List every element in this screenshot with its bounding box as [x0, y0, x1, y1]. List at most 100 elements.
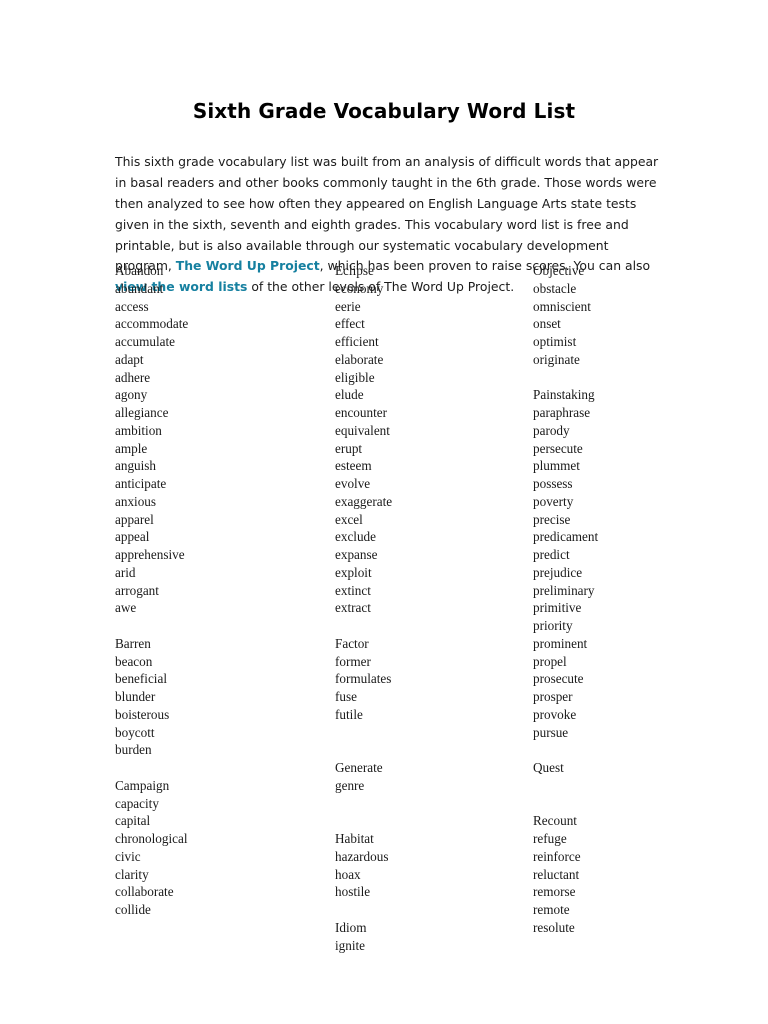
word-spacer	[533, 369, 723, 387]
vocabulary-word: anguish	[115, 458, 157, 474]
vocabulary-word: Abandon	[115, 263, 164, 278]
vocabulary-word: capacity	[115, 795, 159, 811]
vocabulary-word: prosecute	[533, 671, 584, 687]
vocabulary-word: poverty	[533, 493, 574, 509]
vocabulary-word: reinforce	[533, 848, 581, 864]
vocabulary-word: awe	[115, 600, 137, 616]
vocabulary-word: ample	[115, 440, 148, 456]
vocabulary-word: hostile	[335, 884, 371, 900]
vocabulary-word: Barren	[115, 635, 151, 651]
vocabulary-word: extract	[335, 600, 371, 616]
vocabulary-word: apparel	[115, 511, 154, 527]
vocabulary-word: economy	[335, 280, 384, 296]
vocabulary-word: Idiom	[335, 919, 367, 935]
vocabulary-word: Factor	[335, 635, 369, 651]
vocabulary-word: pursue	[533, 724, 569, 740]
word-spacer	[335, 812, 525, 830]
page-title: Sixth Grade Vocabulary Word List	[192, 99, 576, 124]
word-column-3: Objective obstacle omniscient onset optimist…	[533, 262, 723, 937]
vocabulary-word: possess	[533, 476, 573, 491]
vocabulary-word: extinct	[335, 582, 371, 598]
vocabulary-word: prosper	[533, 689, 573, 704]
vocabulary-word: elaborate	[335, 351, 384, 367]
vocabulary-word: boycott	[115, 724, 155, 740]
vocabulary-word: prominent	[533, 635, 588, 651]
vocabulary-word: obstacle	[533, 280, 577, 296]
vocabulary-word: beneficial	[115, 671, 167, 687]
vocabulary-word: optimist	[533, 334, 577, 349]
vocabulary-word: accumulate	[115, 334, 176, 349]
vocabulary-word: evolve	[335, 476, 371, 491]
vocabulary-word: esteem	[335, 458, 372, 474]
vocabulary-word: provoke	[533, 706, 577, 722]
vocabulary-word: plummet	[533, 458, 580, 474]
vocabulary-word: adhere	[115, 369, 151, 385]
vocabulary-word: remote	[533, 902, 570, 917]
vocabulary-word: efficient	[335, 334, 379, 349]
word-spacer	[115, 617, 315, 635]
word-spacer	[335, 724, 525, 742]
vocabulary-word: former	[335, 653, 371, 669]
word-spacer	[335, 901, 525, 919]
vocabulary-word: formulates	[335, 671, 392, 687]
vocabulary-word: encounter	[335, 405, 387, 420]
vocabulary-word: onset	[533, 316, 561, 332]
word-spacer	[533, 777, 723, 795]
vocabulary-word: predicament	[533, 529, 599, 545]
vocabulary-word: clarity	[115, 866, 149, 882]
vocabulary-word: exploit	[335, 564, 372, 580]
vocabulary-word: preliminary	[533, 582, 595, 598]
vocabulary-word: prejudice	[533, 564, 583, 580]
vocabulary-word: Recount	[533, 813, 577, 829]
word-column-2: Eclipse economy eerie effect efficient elabor…	[335, 262, 525, 954]
vocabulary-word: civic	[115, 848, 141, 864]
vocabulary-word: arid	[115, 564, 136, 580]
vocabulary-word: propel	[533, 653, 567, 669]
vocabulary-word: anxious	[115, 493, 157, 509]
vocabulary-word: omniscient	[533, 298, 591, 314]
vocabulary-word: genre	[335, 777, 365, 793]
vocabulary-word: agony	[115, 387, 148, 403]
word-spacer	[335, 795, 525, 813]
vocabulary-word: erupt	[335, 440, 363, 456]
vocabulary-word: Habitat	[335, 831, 374, 846]
vocabulary-word: resolute	[533, 919, 575, 935]
vocabulary-word: Generate	[335, 760, 383, 775]
vocabulary-word: allegiance	[115, 405, 169, 420]
vocabulary-word: collaborate	[115, 884, 174, 900]
vocabulary-word: collide	[115, 902, 151, 917]
word-spacer	[533, 741, 723, 759]
vocabulary-word: chronological	[115, 831, 188, 846]
vocabulary-word: reluctant	[533, 866, 580, 882]
vocabulary-word: paraphrase	[533, 405, 591, 420]
vocabulary-word: Objective	[533, 263, 585, 278]
vocabulary-word: exaggerate	[335, 493, 393, 509]
vocabulary-word: expanse	[335, 547, 378, 562]
vocabulary-word: fuse	[335, 689, 357, 704]
word-spacer	[335, 741, 525, 759]
intro-text-part-1: This sixth grade vocabulary list was bui…	[115, 154, 659, 274]
vocabulary-word: priority	[533, 618, 573, 633]
vocabulary-word: boisterous	[115, 706, 170, 722]
vocabulary-word: capital	[115, 813, 151, 829]
vocabulary-word: burden	[115, 742, 152, 758]
vocabulary-word: beacon	[115, 653, 153, 669]
word-spacer	[115, 759, 315, 777]
vocabulary-word: predict	[533, 547, 570, 562]
vocabulary-word: apprehensive	[115, 547, 185, 562]
word-column-1: Abandon abundant access accommodate accumula…	[115, 262, 315, 919]
vocabulary-word: Campaign	[115, 777, 170, 793]
vocabulary-word: arrogant	[115, 582, 159, 598]
word-spacer	[533, 795, 723, 813]
vocabulary-word: access	[115, 298, 149, 314]
vocabulary-word: elude	[335, 387, 364, 403]
vocabulary-word: anticipate	[115, 476, 167, 491]
vocabulary-word: originate	[533, 351, 580, 367]
word-spacer	[335, 617, 525, 635]
vocabulary-word: ignite	[335, 937, 366, 953]
vocabulary-word: accommodate	[115, 316, 189, 332]
vocabulary-word: remorse	[533, 884, 576, 900]
vocabulary-word: equivalent	[335, 422, 390, 438]
vocabulary-word: parody	[533, 422, 570, 438]
vocabulary-word: hazardous	[335, 848, 389, 864]
